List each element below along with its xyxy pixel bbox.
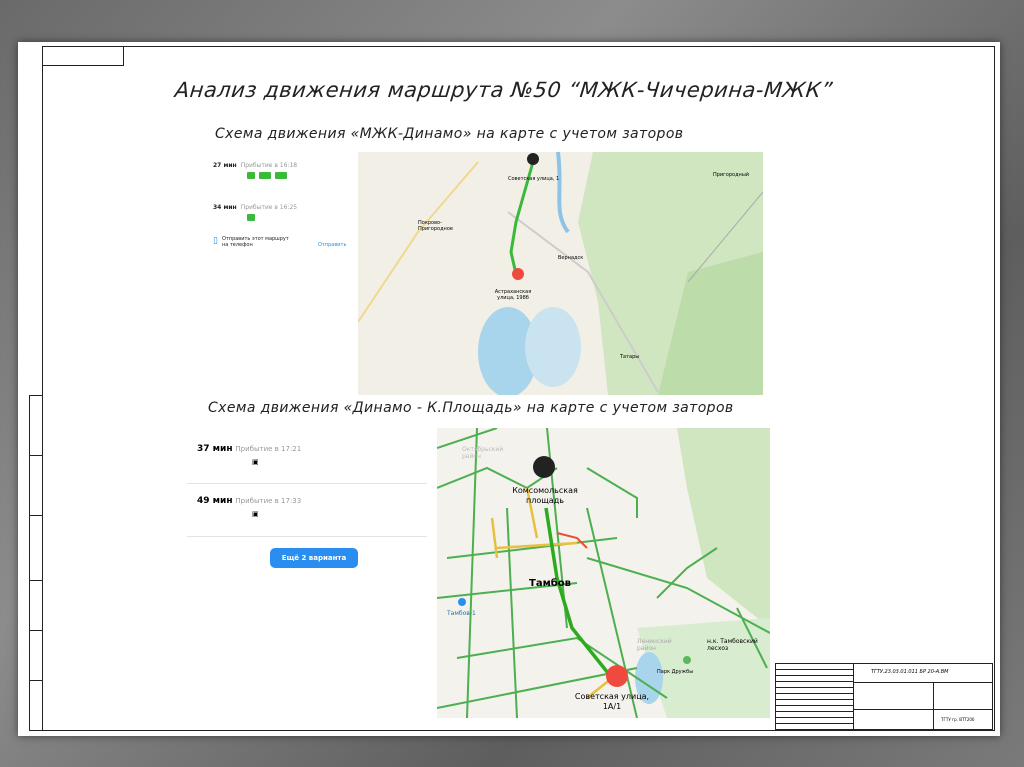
station-icon xyxy=(458,598,466,606)
map-label: Вернадск xyxy=(558,255,584,261)
map-label: Тамбов-1 xyxy=(447,610,476,617)
title-block: ТГТУ.23.03.01.011 БР 20-А.ВМ ТГТУ гр. ВТ… xyxy=(775,663,993,731)
map-1[interactable]: Советская улица, 1 Астраханская улица, 1… xyxy=(358,152,763,395)
map-label: Тамбов xyxy=(529,578,571,589)
bus-icon: ▣ xyxy=(252,510,259,518)
map-label: Парк Дружбы xyxy=(657,669,694,675)
route-option[interactable]: 34 мин Прибытие в 16:25 xyxy=(213,204,297,221)
top-stamp xyxy=(42,46,124,66)
more-variants-button[interactable]: Ещё 2 варианта xyxy=(270,548,358,568)
route-option[interactable]: 49 мин Прибытие в 17:33 ▣ xyxy=(197,496,301,518)
route-option[interactable]: 37 мин Прибытие в 17:21 ▣ xyxy=(197,444,301,466)
route-option[interactable]: 27 мин Прибытие в 16:18 xyxy=(213,162,297,179)
document-code: ТГТУ.23.03.01.011 БР 20-А.ВМ xyxy=(871,669,949,675)
section1-heading: Схема движения «МЖК-Динамо» на карте с у… xyxy=(215,126,684,142)
park-icon xyxy=(683,656,691,664)
map-label: Татары xyxy=(620,354,640,360)
map-label: Октябрьский район xyxy=(462,446,504,460)
end-marker xyxy=(512,268,524,280)
phone-icon: ▯ xyxy=(213,236,218,246)
bus-icon: ▣ xyxy=(252,458,259,466)
start-marker xyxy=(527,153,539,165)
send-button[interactable]: Отправить xyxy=(318,242,346,248)
page-title: Анализ движения маршрута №50 “МЖК-Чичери… xyxy=(173,78,834,102)
map-label: Комсомольская площадь xyxy=(512,486,578,505)
map-label: Астраханская улица, 198б xyxy=(494,289,532,301)
end-marker xyxy=(606,665,628,687)
start-marker xyxy=(533,456,555,478)
send-to-phone-text: ▯ Отправить этот маршрут на телефон xyxy=(213,236,289,248)
map-label: Советская улица, 1 xyxy=(508,176,560,182)
map-2[interactable]: Комсомольская площадь Советская улица, 1… xyxy=(437,428,770,718)
map-2-graphics xyxy=(437,428,770,718)
route-line xyxy=(544,507,614,680)
section2-heading: Схема движения «Динамо - К.Площадь» на к… xyxy=(208,400,734,416)
map-label: Пригородный xyxy=(713,172,750,178)
map-label: Советская улица, 1А/1 xyxy=(574,692,650,711)
organization: ТГТУ гр. ВТТ20б xyxy=(941,717,975,722)
map-1-graphics xyxy=(358,152,763,395)
map-label: н.к. Тамбовский лесхоз xyxy=(707,638,758,652)
side-stamp xyxy=(29,395,43,731)
map-label: Ленинский район xyxy=(637,638,672,652)
route-panel-1: 27 мин Прибытие в 16:18 34 мин Прибытие в … xyxy=(200,152,358,262)
map-label: Покрово-Пригородное xyxy=(418,220,453,232)
